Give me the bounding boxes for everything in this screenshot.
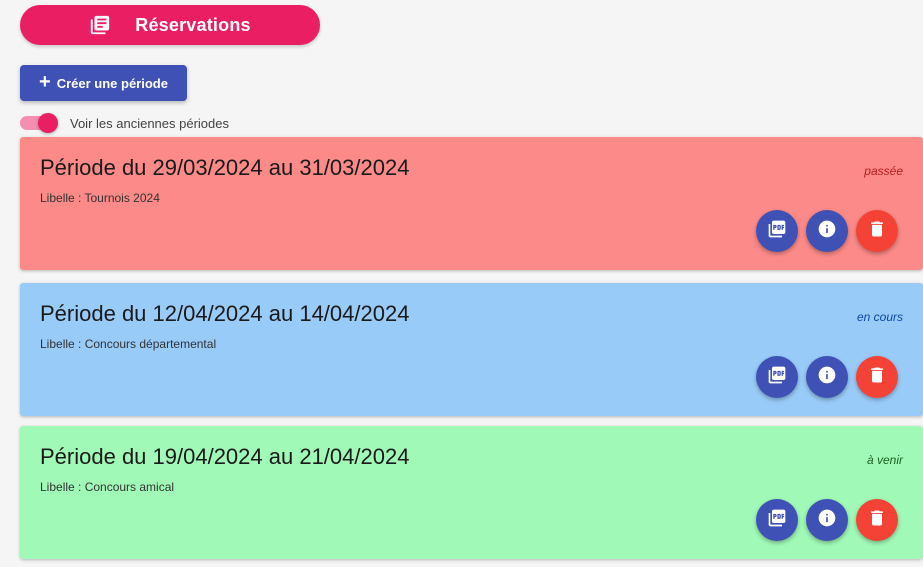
period-card: Période du 12/04/2024 au 14/04/2024 Libe… [20, 283, 923, 416]
pdf-icon [767, 219, 787, 244]
page: Réservations + Créer une période Voir le… [0, 0, 923, 567]
period-title: Période du 29/03/2024 au 31/03/2024 [40, 155, 410, 180]
header-title: Réservations [135, 14, 251, 35]
pdf-button[interactable] [756, 356, 798, 398]
pdf-button[interactable] [756, 210, 798, 252]
period-actions [756, 499, 898, 541]
pdf-icon [767, 365, 787, 390]
library-books-icon [89, 14, 111, 36]
trash-icon [867, 365, 887, 390]
period-card: Période du 29/03/2024 au 31/03/2024 Libe… [20, 137, 923, 270]
period-title: Période du 12/04/2024 au 14/04/2024 [40, 301, 410, 326]
show-old-periods-label: Voir les anciennes périodes [70, 115, 229, 131]
period-actions [756, 210, 898, 252]
delete-button[interactable] [856, 499, 898, 541]
create-period-button[interactable]: + Créer une période [20, 65, 187, 101]
period-libelle: Libelle : Concours départemental [40, 337, 217, 351]
create-period-label: Créer une période [56, 75, 168, 91]
trash-icon [867, 508, 887, 533]
pdf-button[interactable] [756, 499, 798, 541]
pdf-icon [767, 508, 787, 533]
period-status: passée [864, 164, 903, 178]
info-icon [817, 219, 837, 244]
period-status: à venir [866, 453, 903, 467]
period-title: Période du 19/04/2024 au 21/04/2024 [40, 444, 410, 469]
delete-button[interactable] [856, 356, 898, 398]
period-libelle: Libelle : Concours amical [40, 480, 175, 494]
toggle-knob [38, 113, 58, 133]
plus-icon: + [39, 71, 51, 93]
info-icon [817, 508, 837, 533]
show-old-periods-row: Voir les anciennes périodes [20, 113, 229, 133]
show-old-periods-toggle[interactable] [20, 113, 58, 133]
info-icon [817, 365, 837, 390]
period-actions [756, 356, 898, 398]
info-button[interactable] [806, 499, 848, 541]
reservations-header[interactable]: Réservations [20, 5, 320, 45]
info-button[interactable] [806, 210, 848, 252]
period-libelle: Libelle : Tournois 2024 [40, 191, 160, 205]
period-status: en cours [856, 310, 903, 324]
period-card: Période du 19/04/2024 au 21/04/2024 Libe… [20, 426, 923, 559]
trash-icon [867, 219, 887, 244]
info-button[interactable] [806, 356, 848, 398]
delete-button[interactable] [856, 210, 898, 252]
